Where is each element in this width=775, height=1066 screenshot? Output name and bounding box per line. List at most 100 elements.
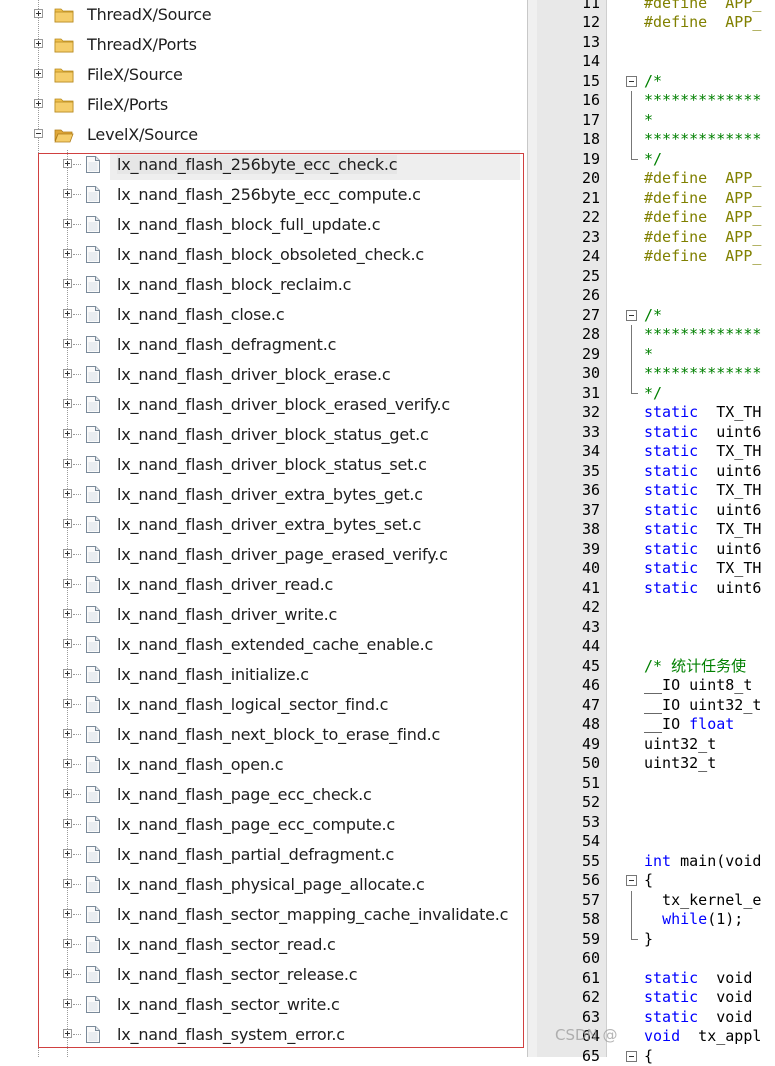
- fold-toggle-icon[interactable]: [626, 76, 637, 87]
- code-text: #define APP_: [644, 13, 761, 31]
- line-number: 65: [582, 1047, 616, 1066]
- line-number: 38: [582, 520, 616, 540]
- code-line: static TX_TH: [644, 442, 761, 462]
- code-text: {: [644, 1047, 653, 1065]
- code-line: #define APP_: [644, 189, 761, 209]
- code-line: __IO uint8_t: [644, 676, 752, 696]
- fold-guide: [631, 891, 632, 911]
- code-text: */: [644, 384, 662, 402]
- keyword: static: [644, 462, 698, 480]
- expand-icon[interactable]: [34, 69, 43, 78]
- tree-group-threadx-ports[interactable]: ThreadX/Ports: [0, 30, 527, 60]
- keyword: static: [644, 559, 698, 577]
- line-number: 45: [582, 657, 616, 677]
- code-text: }: [644, 930, 653, 948]
- code-line: uint32_t: [644, 735, 716, 755]
- code-line: }: [644, 930, 653, 950]
- code-text: main(void: [671, 852, 761, 870]
- code-line: static uint6: [644, 462, 761, 482]
- tree-group-label: ThreadX/Ports: [87, 35, 197, 54]
- code-text: uint32_t: [644, 735, 716, 753]
- line-number: 48: [582, 715, 616, 735]
- code-text: *************: [644, 364, 761, 382]
- line-number: 54: [582, 832, 616, 852]
- line-number: 19: [582, 150, 616, 170]
- line-number: 16: [582, 91, 616, 111]
- tree-group-label: LevelX/Source: [87, 125, 198, 144]
- code-line: {: [644, 1047, 653, 1066]
- line-number: 15: [582, 72, 616, 92]
- tree-group-filex-ports[interactable]: FileX/Ports: [0, 90, 527, 120]
- line-number: 62: [582, 988, 616, 1008]
- line-number: 28: [582, 325, 616, 345]
- code-line: *************: [644, 364, 761, 384]
- code-text: #define APP_: [644, 228, 761, 246]
- code-text: TX_TH: [698, 481, 761, 499]
- code-text: /*: [644, 306, 662, 324]
- line-number: 49: [582, 735, 616, 755]
- fold-toggle-icon[interactable]: [626, 1051, 637, 1062]
- line-number: 52: [582, 793, 616, 813]
- keyword: float: [689, 715, 734, 733]
- line-number: 14: [582, 52, 616, 72]
- code-text: #define APP_: [644, 247, 761, 265]
- folder-icon: [54, 67, 74, 87]
- expand-icon[interactable]: [34, 99, 43, 108]
- fold-toggle-icon[interactable]: [626, 875, 637, 886]
- line-number: 31: [582, 384, 616, 404]
- code-text: (1);: [707, 910, 743, 928]
- panel-splitter[interactable]: [527, 0, 537, 1057]
- line-number: 56: [582, 871, 616, 891]
- code-text: *************: [644, 325, 761, 343]
- line-number: 18: [582, 130, 616, 150]
- code-text: [644, 910, 662, 928]
- line-number: 20: [582, 169, 616, 189]
- keyword: static: [644, 520, 698, 538]
- code-line: uint32_t: [644, 754, 716, 774]
- line-number: 61: [582, 969, 616, 989]
- code-line: static uint6: [644, 501, 761, 521]
- tree-group-levelx-source[interactable]: LevelX/Source: [0, 120, 527, 150]
- line-number: 36: [582, 481, 616, 501]
- watermark: CSDN @: [555, 1026, 618, 1044]
- code-text: TX_TH: [698, 403, 761, 421]
- line-number: 30: [582, 364, 616, 384]
- code-line: *************: [644, 91, 761, 111]
- code-line: #define APP_: [644, 247, 761, 267]
- code-line: static TX_TH: [644, 481, 761, 501]
- keyword: static: [644, 481, 698, 499]
- tree-group-threadx-source[interactable]: ThreadX/Source: [0, 0, 527, 30]
- code-line: /*: [644, 306, 662, 326]
- code-text: uint6: [698, 579, 761, 597]
- code-text: */: [644, 150, 662, 168]
- code-line: static void: [644, 969, 752, 989]
- line-number: 58: [582, 910, 616, 930]
- line-number: 23: [582, 228, 616, 248]
- code-text: void: [698, 969, 752, 987]
- code-text: #define APP_: [644, 169, 761, 187]
- tree-group-filex-source[interactable]: FileX/Source: [0, 60, 527, 90]
- code-line: while(1);: [644, 910, 743, 930]
- line-number: 40: [582, 559, 616, 579]
- line-number: 12: [582, 13, 616, 33]
- code-line: static uint6: [644, 540, 761, 560]
- expand-icon[interactable]: [34, 39, 43, 48]
- highlight-box: [38, 153, 524, 1048]
- code-text: *************: [644, 130, 761, 148]
- project-tree-panel: ThreadX/Source ThreadX/Ports FileX/SourceF…: [0, 0, 527, 1057]
- expand-icon[interactable]: [34, 9, 43, 18]
- keyword: while: [662, 910, 707, 928]
- code-text: void: [698, 988, 752, 1006]
- code-text: *************: [644, 91, 761, 109]
- code-line: #define APP_: [644, 13, 761, 33]
- collapse-icon[interactable]: [34, 129, 43, 138]
- keyword: void: [644, 1027, 680, 1045]
- line-number: 29: [582, 345, 616, 365]
- code-line: static uint6: [644, 579, 761, 599]
- code-line: static uint6: [644, 423, 761, 443]
- code-text: __IO uint8_t: [644, 676, 752, 694]
- code-line: void tx_appl: [644, 1027, 761, 1047]
- fold-toggle-icon[interactable]: [626, 310, 637, 321]
- code-text: *: [644, 111, 653, 129]
- fold-guide: [631, 325, 632, 345]
